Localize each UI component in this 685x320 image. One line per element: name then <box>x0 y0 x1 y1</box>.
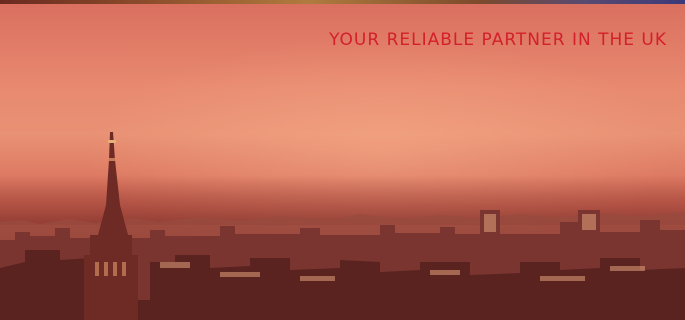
tagline-text: YOUR RELIABLE PARTNER IN THE UK <box>329 30 667 50</box>
hero-banner: YOUR RELIABLE PARTNER IN THE UK <box>0 0 685 320</box>
